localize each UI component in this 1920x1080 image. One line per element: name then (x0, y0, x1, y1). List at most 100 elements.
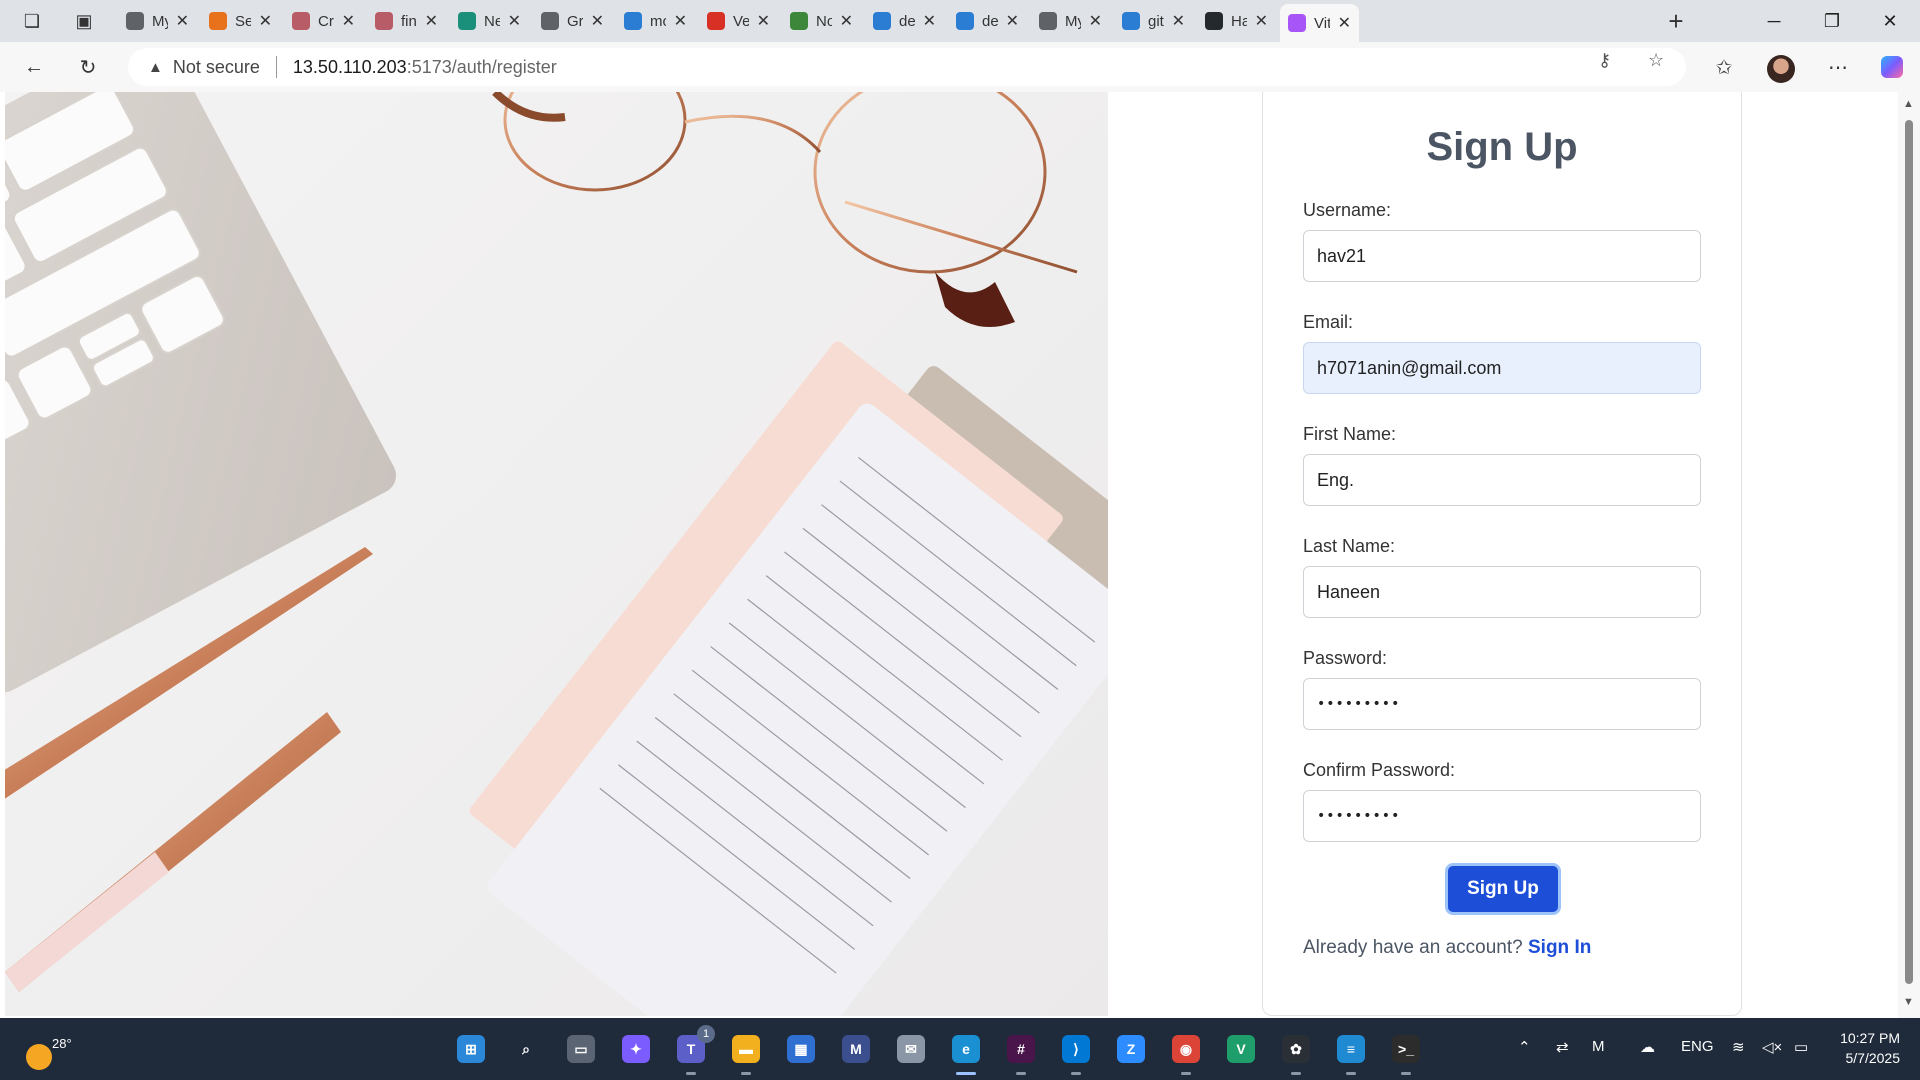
browser-tab[interactable]: Grap ✕ (533, 4, 612, 38)
browser-tab[interactable]: Vite ✕ (1280, 4, 1359, 42)
running-indicator (741, 1072, 751, 1075)
running-indicator (1016, 1072, 1026, 1075)
profile-avatar[interactable] (1767, 55, 1795, 83)
wifi-icon[interactable]: ≋ (1732, 1038, 1745, 1056)
weather-widget[interactable]: 28° (22, 1030, 82, 1070)
new-tab-button[interactable]: + (1660, 6, 1692, 36)
tab-close-icon[interactable]: ✕ (425, 11, 438, 31)
scroll-up-arrow-icon[interactable]: ▲ (1903, 98, 1914, 110)
battery-icon[interactable]: ▭ (1794, 1038, 1808, 1056)
tab-close-icon[interactable]: ✕ (1172, 11, 1185, 31)
running-indicator (956, 1072, 976, 1075)
tab-label: Han (1231, 12, 1247, 30)
tab-close-icon[interactable]: ✕ (923, 11, 936, 31)
tab-close-icon[interactable]: ✕ (176, 11, 189, 31)
taskbar-app[interactable]: V (1223, 1031, 1259, 1067)
password-input[interactable] (1303, 678, 1701, 730)
workspaces-icon[interactable]: ❏ (16, 6, 48, 36)
tray-overflow-icon[interactable]: ⌃ (1518, 1038, 1531, 1056)
weather-sun-icon (26, 1044, 52, 1070)
globe-icon (126, 12, 144, 30)
favorite-star-icon[interactable]: ☆ (1648, 50, 1664, 71)
taskbar-app[interactable]: ⟩ (1058, 1031, 1094, 1075)
browser-tab[interactable]: Secu ✕ (201, 4, 280, 38)
taskbar-app[interactable]: ≡ (1333, 1031, 1369, 1075)
tab-close-icon[interactable]: ✕ (757, 11, 770, 31)
reload-button[interactable]: ↻ (70, 50, 106, 84)
browser-tab-strip: ❏ ▣ My ✕ Secu ✕ Crea ✕ find ✕ Net ✕ Grap ✕ mor ✕ Veri ✕… (0, 0, 1920, 42)
sign-up-button[interactable]: Sign Up (1445, 863, 1561, 915)
tab-close-icon[interactable]: ✕ (1006, 11, 1019, 31)
browser-tab[interactable]: Han ✕ (1197, 4, 1276, 38)
taskbar-app[interactable]: e (948, 1031, 984, 1075)
taskbar-app[interactable]: ⌕ (508, 1031, 544, 1067)
tab-close-icon[interactable]: ✕ (1089, 11, 1102, 31)
password-key-icon[interactable]: ⚷ (1598, 50, 1611, 71)
search-icon (956, 12, 974, 30)
minimize-button[interactable]: ─ (1745, 0, 1803, 42)
language-indicator[interactable]: ENG (1681, 1038, 1714, 1055)
first-name-input[interactable] (1303, 454, 1701, 506)
browser-tab[interactable]: mor ✕ (616, 4, 695, 38)
running-indicator (1401, 1072, 1411, 1075)
copilot-sidebar-icon[interactable] (1874, 50, 1910, 84)
browser-tab[interactable]: des ✕ (865, 4, 944, 38)
mail-icon: ✉ (897, 1035, 925, 1063)
tab-label: Veri (733, 12, 749, 30)
tab-close-icon[interactable]: ✕ (1338, 13, 1351, 33)
taskbar-app[interactable]: ▬ (728, 1031, 764, 1075)
scroll-thumb[interactable] (1905, 120, 1913, 984)
confirm-password-input[interactable] (1303, 790, 1701, 842)
email-input[interactable] (1303, 342, 1701, 394)
tab-close-icon[interactable]: ✕ (342, 11, 355, 31)
browser-tab[interactable]: Net ✕ (450, 4, 529, 38)
mute-icon[interactable]: ◁× (1762, 1038, 1782, 1056)
taskbar-app[interactable]: >_ (1388, 1031, 1424, 1075)
tab-close-icon[interactable]: ✕ (840, 11, 853, 31)
doc-icon (375, 12, 393, 30)
system-clock[interactable]: 10:27 PM 5/7/2025 (1826, 1028, 1900, 1068)
close-window-button[interactable]: ✕ (1861, 0, 1919, 42)
tab-close-icon[interactable]: ✕ (508, 11, 521, 31)
taskbar-app[interactable]: ⊞ (453, 1031, 489, 1067)
tab-close-icon[interactable]: ✕ (591, 11, 604, 31)
taskbar-app[interactable]: ✿ (1278, 1031, 1314, 1075)
back-button[interactable]: ← (16, 50, 52, 84)
browser-tab[interactable]: gith ✕ (1114, 4, 1193, 38)
tray-mail-icon[interactable]: M (1592, 1038, 1605, 1055)
page-viewport: Sign Up Username: Email: First Name: Las… (0, 92, 1920, 1018)
tab-close-icon[interactable]: ✕ (1255, 11, 1268, 31)
tab-close-icon[interactable]: ✕ (259, 11, 272, 31)
browser-tab[interactable]: find ✕ (367, 4, 446, 38)
taskbar-app[interactable]: ◉ (1168, 1031, 1204, 1075)
tab-close-icon[interactable]: ✕ (674, 11, 687, 31)
browser-tab[interactable]: Crea ✕ (284, 4, 363, 38)
page-scrollbar[interactable]: ▲ ▼ (1898, 92, 1920, 1018)
browser-tab[interactable]: Veri ✕ (699, 4, 778, 38)
taskbar-app[interactable]: ▭ (563, 1031, 599, 1067)
browser-tab[interactable]: My ✕ (118, 4, 197, 38)
taskbar-app[interactable]: Z (1113, 1031, 1149, 1067)
tray-cloud-icon[interactable]: ☁ (1640, 1038, 1655, 1056)
taskbar-app[interactable]: ▦ (783, 1031, 819, 1067)
vscode-icon: ⟩ (1062, 1035, 1090, 1063)
taskbar-app[interactable]: ✦ (618, 1031, 654, 1067)
browser-tab[interactable]: My ✕ (1031, 4, 1110, 38)
tray-settings-icon[interactable]: ⇄ (1556, 1038, 1569, 1056)
taskbar-app[interactable]: M (838, 1031, 874, 1067)
scroll-down-arrow-icon[interactable]: ▼ (1903, 996, 1914, 1008)
taskbar-app[interactable]: T1 (673, 1025, 715, 1075)
restore-button[interactable]: ❐ (1803, 0, 1861, 42)
favorites-icon[interactable]: ✩ (1706, 50, 1742, 84)
browser-tab[interactable]: des ✕ (948, 4, 1027, 38)
last-name-input[interactable] (1303, 566, 1701, 618)
username-input[interactable] (1303, 230, 1701, 282)
taskbar-app[interactable]: ✉ (893, 1031, 929, 1067)
sign-in-link[interactable]: Sign In (1528, 937, 1591, 958)
more-menu-icon[interactable]: ⋯ (1820, 50, 1856, 84)
tab-label: Secu (235, 12, 251, 30)
browser-tab[interactable]: Noc ✕ (782, 4, 861, 38)
tab-actions-icon[interactable]: ▣ (68, 6, 100, 36)
address-bar[interactable]: ▲ Not secure 13.50.110.203:5173/auth/reg… (128, 48, 1686, 86)
taskbar-app[interactable]: # (1003, 1031, 1039, 1075)
